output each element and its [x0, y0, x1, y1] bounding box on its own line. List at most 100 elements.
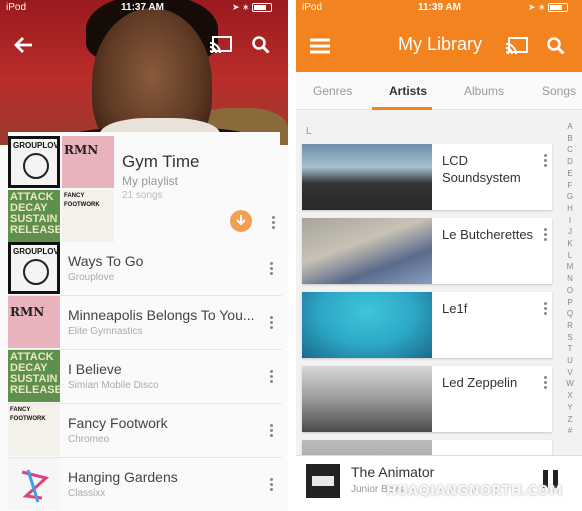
playlist-hero-image: [0, 0, 288, 145]
alphabet-index-letter[interactable]: Y: [564, 402, 576, 414]
search-icon[interactable]: [544, 34, 568, 58]
alphabet-index-letter[interactable]: Z: [564, 414, 576, 426]
search-icon[interactable]: [249, 33, 273, 57]
artist-photo: [302, 144, 432, 210]
alphabet-index-letter[interactable]: B: [564, 133, 576, 145]
track-overflow-menu-icon[interactable]: [270, 316, 274, 329]
alphabet-index-letter[interactable]: L: [564, 250, 576, 262]
album-art: [8, 458, 60, 510]
cast-icon[interactable]: [505, 34, 529, 58]
track-overflow-menu-icon[interactable]: [270, 478, 274, 491]
track-artist: Simian Mobile Disco: [68, 380, 159, 391]
tab-artists[interactable]: Artists: [389, 84, 427, 98]
tab-albums[interactable]: Albums: [464, 84, 504, 98]
playlist-mosaic-art: GROUPLOVE: [8, 136, 60, 188]
album-art: FANCY FOOTWORK: [8, 404, 60, 456]
track-row[interactable]: RMN Minneapolis Belongs To You... Elite …: [8, 296, 282, 350]
alphabet-index-letter[interactable]: T: [564, 343, 576, 355]
carrier-label: iPod: [6, 2, 27, 13]
back-arrow-icon[interactable]: [12, 33, 36, 57]
track-overflow-menu-icon[interactable]: [270, 262, 274, 275]
track-artist: Classixx: [68, 488, 106, 499]
artist-photo: [302, 292, 432, 358]
artist-name: Le Butcherettes: [442, 227, 534, 242]
alphabet-index-letter[interactable]: O: [564, 285, 576, 297]
artist-photo: [302, 366, 432, 432]
status-bar: iPod 11:39 AM ➤ ∗: [296, 0, 582, 16]
now-playing-bar[interactable]: The Animator Junior Boys HUAQIANGNORTH.C…: [296, 455, 582, 511]
cast-icon[interactable]: [209, 33, 233, 57]
library-tabs: Genres Artists Albums Songs: [296, 72, 582, 110]
alphabet-index-letter[interactable]: N: [564, 273, 576, 285]
track-title: I Believe: [68, 361, 122, 377]
tab-songs[interactable]: Songs: [542, 84, 576, 98]
track-title: Hanging Gardens: [68, 469, 178, 485]
tab-genres[interactable]: Genres: [313, 84, 352, 98]
alphabet-index-letter[interactable]: S: [564, 332, 576, 344]
section-header: L: [306, 126, 312, 137]
alphabet-index-letter[interactable]: U: [564, 355, 576, 367]
playlist-mosaic-art: ATTACK DECAY SUSTAIN RELEASE: [8, 190, 60, 242]
download-icon[interactable]: [230, 210, 252, 232]
artist-photo: [302, 218, 432, 284]
artist-card[interactable]: Led Zeppelin: [302, 366, 552, 432]
track-row[interactable]: Hanging Gardens Classixx: [8, 458, 282, 511]
track-row[interactable]: GROUPLOVE Ways To Go Grouplove: [8, 242, 282, 296]
track-artist: Chromeo: [68, 434, 110, 445]
alphabet-index-letter[interactable]: I: [564, 215, 576, 227]
alphabet-index-letter[interactable]: J: [564, 226, 576, 238]
alphabet-index-letter[interactable]: V: [564, 367, 576, 379]
alphabet-index-letter[interactable]: H: [564, 203, 576, 215]
playlist-overflow-menu-icon[interactable]: [272, 216, 276, 229]
now-playing-title: The Animator: [351, 464, 435, 480]
alphabet-index-letter[interactable]: D: [564, 156, 576, 168]
artist-name: Led Zeppelin: [442, 375, 518, 390]
playlist-title: Gym Time: [122, 152, 200, 171]
alphabet-index-letter[interactable]: W: [564, 378, 576, 390]
carrier-label: iPod: [302, 2, 323, 13]
track-row[interactable]: ATTACK DECAY SUSTAIN RELEASE I Believe S…: [8, 350, 282, 404]
alphabet-index-letter[interactable]: X: [564, 390, 576, 402]
track-artist: Grouplove: [68, 272, 115, 283]
track-row[interactable]: FANCY FOOTWORK Fancy Footwork Chromeo: [8, 404, 282, 458]
track-overflow-menu-icon[interactable]: [270, 424, 274, 437]
screen-divider: [288, 0, 296, 511]
alphabet-index-letter[interactable]: R: [564, 320, 576, 332]
page-title: My Library: [398, 34, 483, 54]
alphabet-index-letter[interactable]: E: [564, 168, 576, 180]
now-playing-art: [306, 464, 340, 498]
artist-name: Le1f: [442, 301, 468, 316]
artist-overflow-menu-icon[interactable]: [544, 228, 548, 241]
watermark: HUAQIANGNORTH.COM: [386, 484, 563, 499]
library-screen: iPod 11:39 AM ➤ ∗ My Library Genres Arti…: [296, 0, 582, 511]
alphabet-index-letter[interactable]: C: [564, 144, 576, 156]
playlist-header-card: GROUPLOVE RMN ATTACK DECAY SUSTAIN RELEA…: [8, 132, 280, 242]
alphabet-index-letter[interactable]: #: [564, 425, 576, 437]
clock: 11:37 AM: [121, 2, 164, 13]
track-artist: Elite Gymnastics: [68, 326, 143, 337]
alphabet-index-letter[interactable]: G: [564, 191, 576, 203]
playlist-mosaic-art: FANCY FOOTWORK: [62, 190, 114, 242]
artist-name: LCD Soundsystem: [442, 153, 521, 185]
alphabet-index-letter[interactable]: P: [564, 297, 576, 309]
alphabet-index-letter[interactable]: Q: [564, 308, 576, 320]
menu-icon[interactable]: [308, 34, 332, 58]
alphabet-index-letter[interactable]: F: [564, 180, 576, 192]
artist-card[interactable]: LCD Soundsystem: [302, 144, 552, 210]
artist-overflow-menu-icon[interactable]: [544, 154, 548, 167]
alphabet-index-letter[interactable]: A: [564, 121, 576, 133]
playlist-screen: iPod 11:37 AM ➤ ∗ GROUPLOVE RMN ATTACK D…: [0, 0, 288, 511]
artist-card[interactable]: Le1f: [302, 292, 552, 358]
alphabet-index-letter[interactable]: K: [564, 238, 576, 250]
album-art: GROUPLOVE: [8, 242, 60, 294]
playlist-song-count: 21 songs: [122, 190, 163, 201]
battery-icon: ➤ ∗: [528, 2, 569, 13]
alphabet-index[interactable]: A B C D E F G H I J K L M N O P Q R S T U V W X Y Z #: [564, 121, 576, 437]
track-overflow-menu-icon[interactable]: [270, 370, 274, 383]
artist-card[interactable]: Le Butcherettes: [302, 218, 552, 284]
artist-overflow-menu-icon[interactable]: [544, 302, 548, 315]
alphabet-index-letter[interactable]: M: [564, 261, 576, 273]
artist-overflow-menu-icon[interactable]: [544, 376, 548, 389]
track-title: Minneapolis Belongs To You...: [68, 307, 255, 323]
battery-icon: ➤ ∗: [232, 2, 273, 13]
